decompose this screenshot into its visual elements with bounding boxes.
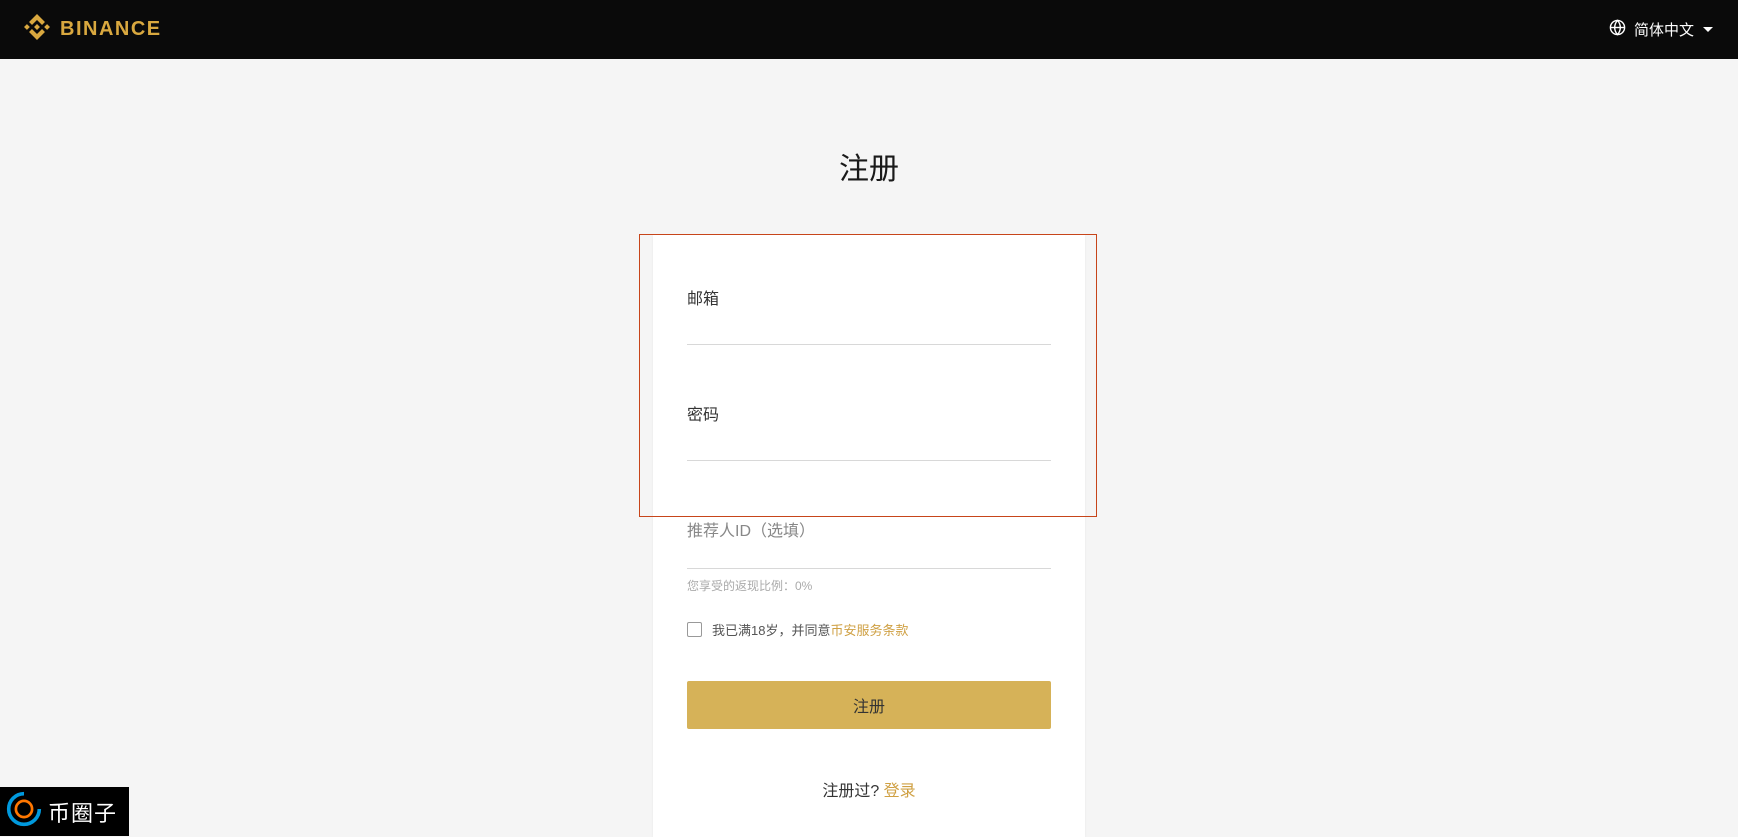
top-header: BINANCE 简体中文	[0, 0, 1738, 59]
password-field-group: 密码	[687, 401, 1051, 461]
password-label: 密码	[687, 401, 1051, 425]
watermark-icon	[6, 791, 42, 832]
login-link[interactable]: 登录	[884, 783, 916, 800]
terms-link[interactable]: 币安服务条款	[830, 623, 908, 638]
email-field-group: 邮箱	[687, 285, 1051, 345]
watermark-text: 币圈子	[48, 796, 117, 828]
chevron-down-icon	[1702, 21, 1714, 38]
agreement-prefix: 我已满18岁，并同意	[712, 623, 830, 638]
agreement-checkbox[interactable]	[687, 622, 702, 637]
referral-input[interactable]	[687, 541, 1051, 569]
watermark: 币圈子	[0, 787, 129, 836]
agreement-text: 我已满18岁，并同意币安服务条款	[712, 620, 908, 639]
language-selector[interactable]: 简体中文	[1609, 19, 1714, 40]
brand-logo[interactable]: BINANCE	[24, 14, 162, 45]
email-label: 邮箱	[687, 285, 1051, 309]
register-form-card: 邮箱 密码 推荐人ID（选填） 您享受的返现比例：0% 我已满18岁，并同意币安…	[653, 235, 1085, 837]
form-inner: 邮箱 密码 推荐人ID（选填） 您享受的返现比例：0% 我已满18岁，并同意币安…	[653, 235, 1085, 837]
main-content: 注册 邮箱 密码 推荐人ID（选填） 您享受的返现比例：0%	[0, 59, 1738, 837]
brand-name: BINANCE	[60, 18, 162, 41]
binance-logo-icon	[24, 14, 50, 45]
email-input[interactable]	[687, 313, 1051, 345]
language-label: 简体中文	[1634, 19, 1694, 40]
login-prompt: 注册过? 登录	[687, 777, 1051, 801]
register-button[interactable]: 注册	[687, 681, 1051, 729]
login-prompt-prefix: 注册过?	[822, 783, 883, 800]
globe-icon	[1609, 19, 1626, 40]
password-input[interactable]	[687, 429, 1051, 461]
referral-field-group: 推荐人ID（选填） 您享受的返现比例：0%	[687, 517, 1051, 594]
page-title: 注册	[839, 144, 899, 188]
referral-label: 推荐人ID（选填）	[687, 523, 815, 540]
rebate-text: 您享受的返现比例：0%	[687, 577, 1051, 594]
agreement-row: 我已满18岁，并同意币安服务条款	[687, 620, 1051, 639]
